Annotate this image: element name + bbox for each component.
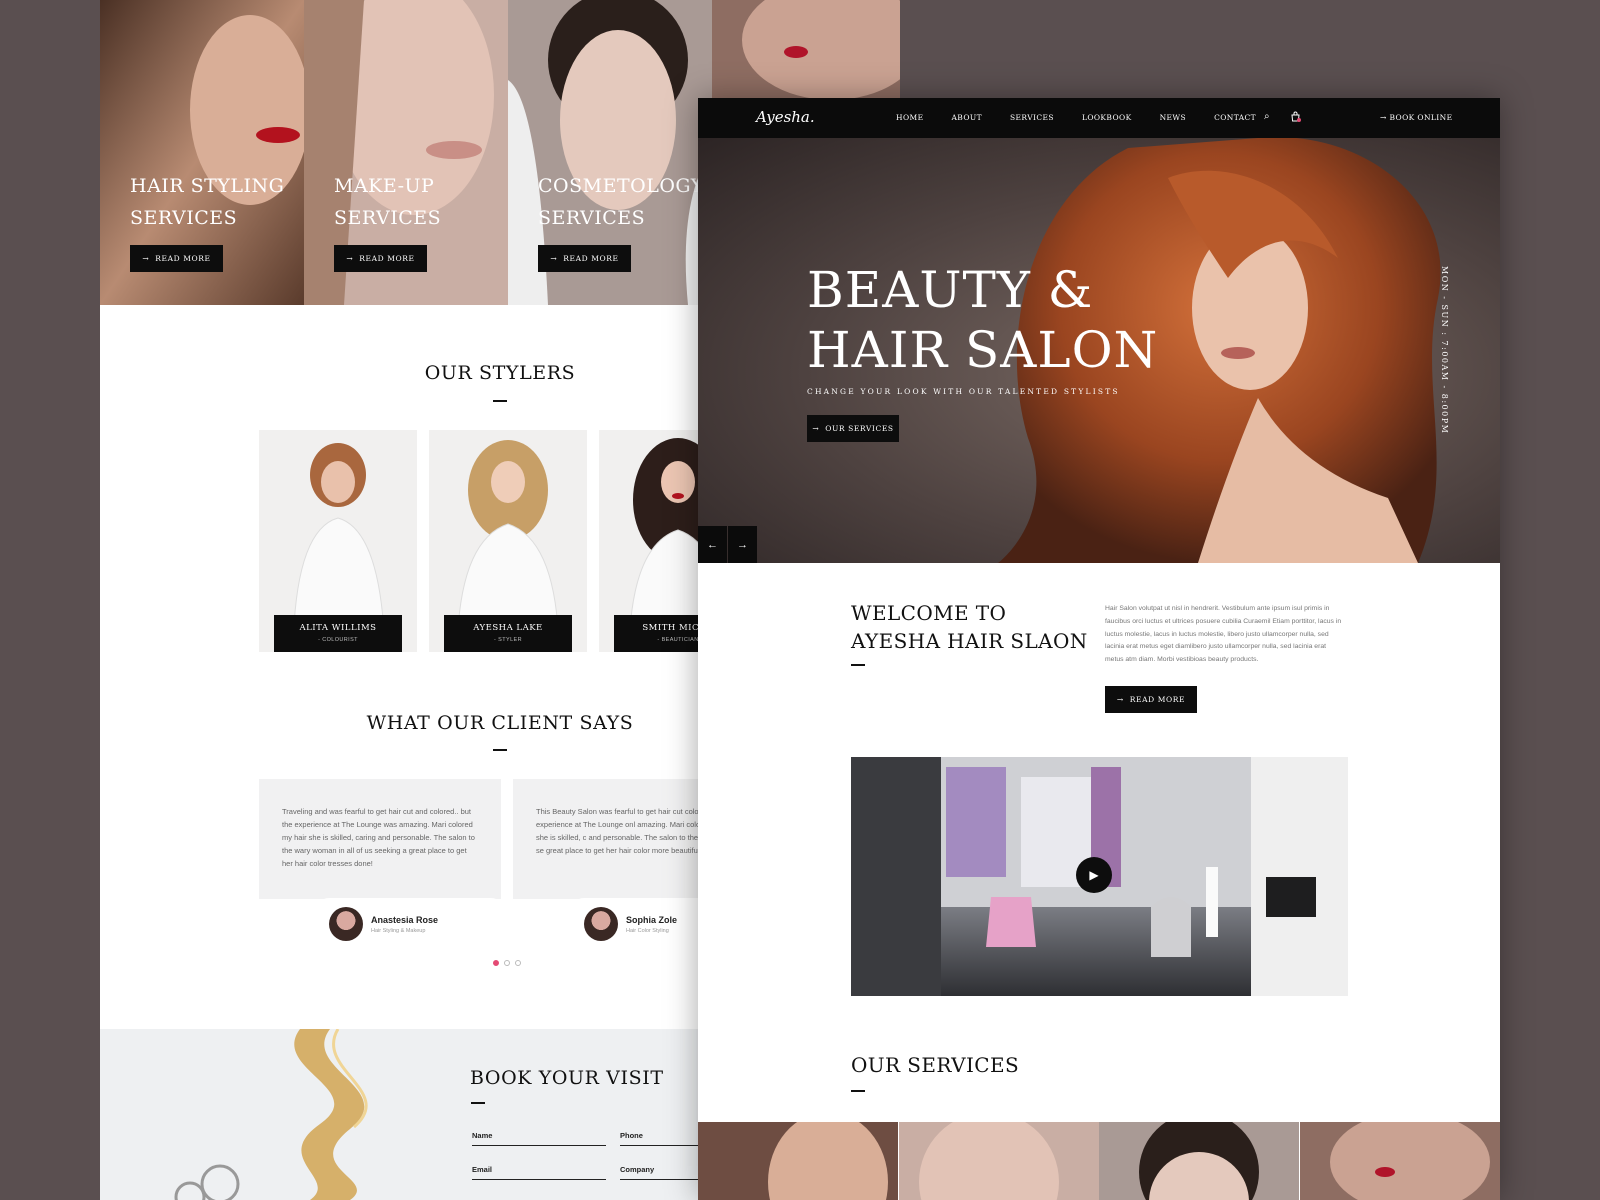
read-more-button[interactable]: → READ MORE xyxy=(334,245,427,272)
testimonial-card: Traveling and was fearful to get hair cu… xyxy=(259,779,501,899)
book-online-link[interactable]: → BOOK ONLINE xyxy=(1380,113,1453,122)
arrow-icon: → xyxy=(346,254,354,263)
service-thumb[interactable] xyxy=(1299,1122,1501,1200)
testimonial-author: Anastesia Rose Hair Styling & Makeup xyxy=(315,898,505,950)
logo[interactable]: Ayesha. xyxy=(756,108,815,126)
carousel-dots xyxy=(493,960,521,966)
search-icon[interactable]: ⌕ xyxy=(1264,111,1270,122)
our-services-button[interactable]: → OUR SERVICES xyxy=(807,415,899,442)
arrow-icon: → xyxy=(812,424,820,433)
stylers-title: OUR STYLERS xyxy=(424,362,576,384)
services-title: OUR SERVICES xyxy=(851,1053,1020,1077)
arrow-icon: → xyxy=(1116,695,1124,704)
hero-slider: BEAUTY & HAIR SALON CHANGE YOUR LOOK WIT… xyxy=(698,138,1500,563)
arrow-icon: → xyxy=(142,254,150,263)
service-card-title: MAKE-UP SERVICES xyxy=(334,175,442,229)
salon-video[interactable]: ▶ xyxy=(851,757,1348,996)
services-image-strip xyxy=(698,1122,1500,1200)
nav-item-services[interactable]: SERVICES xyxy=(1010,113,1054,122)
slider-prev-button[interactable]: ← xyxy=(698,526,727,563)
play-video-button[interactable]: ▶ xyxy=(1076,857,1112,893)
hero-subtitle: CHANGE YOUR LOOK WITH OUR TALENTED STYLI… xyxy=(807,387,1120,396)
front-page-preview: Ayesha. HOME ABOUT SERVICES LOOKBOOK NEW… xyxy=(698,98,1500,1200)
title-divider xyxy=(493,749,507,751)
arrow-icon: → xyxy=(1380,113,1387,122)
welcome-text: Hair Salon volutpat ut nisl in hendrerit… xyxy=(1105,605,1342,664)
service-card-makeup[interactable]: MAKE-UP SERVICES → READ MORE xyxy=(304,0,508,305)
service-card-title: COSMETOLOGY SERVICES xyxy=(538,175,704,229)
carousel-dot[interactable] xyxy=(515,960,521,966)
top-navigation: Ayesha. HOME ABOUT SERVICES LOOKBOOK NEW… xyxy=(698,98,1500,138)
service-thumb[interactable] xyxy=(898,1122,1100,1200)
service-thumb[interactable] xyxy=(698,1122,899,1200)
name-field[interactable]: Name xyxy=(472,1131,606,1146)
title-divider xyxy=(493,400,507,402)
opening-hours: MON - SUN : 7:00AM - 8:00PM xyxy=(1440,266,1449,435)
carousel-dot[interactable] xyxy=(504,960,510,966)
title-divider xyxy=(471,1102,485,1104)
service-thumb[interactable] xyxy=(1099,1122,1300,1200)
styler-card[interactable]: ALITA WILLIMS - COLOURIST xyxy=(259,430,417,652)
title-divider xyxy=(851,664,865,666)
hero-title: BEAUTY & HAIR SALON xyxy=(807,261,1159,379)
main-menu: HOME ABOUT SERVICES LOOKBOOK NEWS CONTAC… xyxy=(896,113,1284,122)
testimonials-title: WHAT OUR CLIENT SAYS xyxy=(366,712,634,734)
hair-curl-image xyxy=(174,1029,368,1200)
read-more-button[interactable]: → READ MORE xyxy=(538,245,631,272)
styler-card[interactable]: AYESHA LAKE - STYLER xyxy=(429,430,587,652)
welcome-title: WELCOME TO AYESHA HAIR SLAON xyxy=(851,601,1088,653)
service-card-hair-styling[interactable]: HAIR STYLING SERVICES → READ MORE xyxy=(100,0,304,305)
avatar xyxy=(329,907,363,941)
read-more-button[interactable]: → READ MORE xyxy=(1105,686,1197,713)
nav-item-news[interactable]: NEWS xyxy=(1160,113,1186,122)
styler-name-tag: AYESHA LAKE - STYLER xyxy=(444,615,572,652)
nav-item-contact[interactable]: CONTACT xyxy=(1214,113,1256,122)
service-card-cosmetology[interactable]: COSMETOLOGY SERVICES → READ MORE xyxy=(508,0,712,305)
service-card-title: HAIR STYLING SERVICES xyxy=(130,175,285,229)
email-field[interactable]: Email xyxy=(472,1165,606,1180)
carousel-dot-active[interactable] xyxy=(493,960,499,966)
cart-icon[interactable] xyxy=(1290,111,1301,124)
avatar xyxy=(584,907,618,941)
arrow-icon: → xyxy=(550,254,558,263)
styler-name-tag: ALITA WILLIMS - COLOURIST xyxy=(274,615,402,652)
title-divider xyxy=(851,1090,865,1092)
nav-item-home[interactable]: HOME xyxy=(896,113,923,122)
read-more-button[interactable]: → READ MORE xyxy=(130,245,223,272)
slider-next-button[interactable]: → xyxy=(728,526,757,563)
nav-item-about[interactable]: ABOUT xyxy=(951,113,982,122)
nav-item-lookbook[interactable]: LOOKBOOK xyxy=(1082,113,1132,122)
booking-title: BOOK YOUR VISIT xyxy=(470,1067,664,1089)
